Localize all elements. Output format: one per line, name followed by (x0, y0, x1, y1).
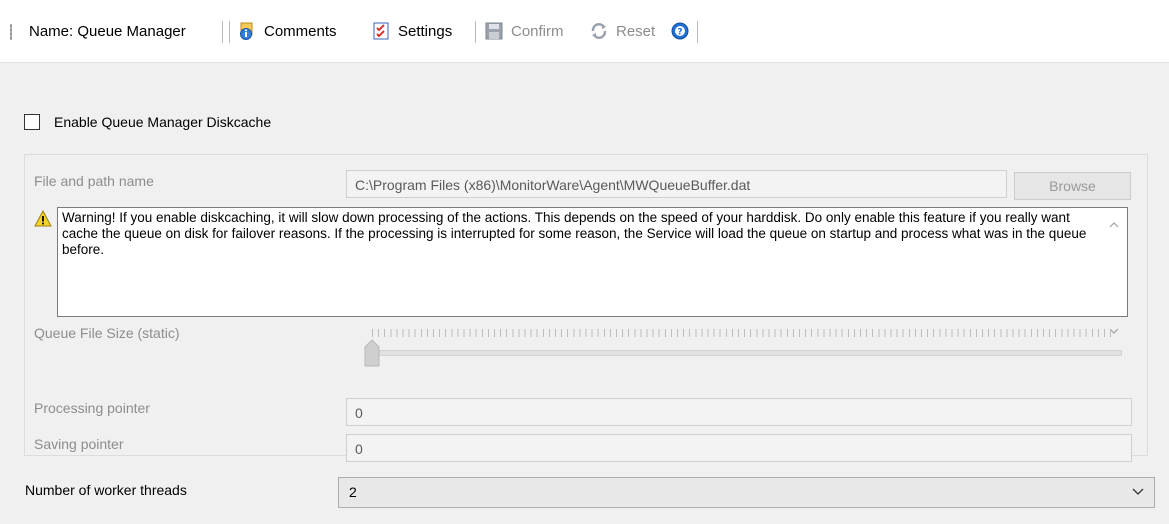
worker-threads-value: 2 (349, 484, 357, 500)
confirm-button: Confirm (511, 23, 564, 40)
toolbar-separator (697, 21, 698, 43)
enable-diskcache-label[interactable]: Enable Queue Manager Diskcache (54, 112, 271, 132)
toolbar-separator (475, 21, 476, 43)
chevron-down-icon[interactable] (1132, 488, 1144, 496)
processing-pointer-field: 0 (346, 398, 1132, 426)
file-path-field: C:\Program Files (x86)\MonitorWare\Agent… (346, 170, 1007, 198)
warning-text: Warning! If you enable diskcaching, it w… (62, 210, 1087, 257)
browse-button: Browse (1014, 172, 1131, 200)
reset-icon (591, 23, 607, 39)
svg-text:?: ? (677, 28, 682, 38)
queue-size-label: Queue File Size (static) (34, 325, 180, 341)
slider-ticks (372, 329, 1112, 337)
worker-threads-label: Number of worker threads (25, 482, 187, 498)
toolbar: Name: Queue Manager Comments Settings Co… (0, 0, 1169, 63)
worker-threads-select[interactable]: 2 (338, 477, 1155, 508)
comments-icon[interactable] (238, 22, 256, 40)
processing-pointer-label: Processing pointer (34, 400, 150, 416)
save-icon (485, 22, 503, 40)
settings-button[interactable]: Settings (398, 22, 452, 42)
toolbar-grip[interactable] (10, 24, 12, 40)
scroll-up-icon[interactable] (1109, 220, 1119, 230)
enable-diskcache-checkbox[interactable] (24, 114, 40, 130)
warning-textarea[interactable]: Warning! If you enable diskcaching, it w… (57, 207, 1128, 334)
file-path-label: File and path name (34, 173, 154, 189)
settings-icon[interactable] (372, 22, 390, 40)
help-icon[interactable]: ? (671, 22, 689, 40)
queue-size-slider-track (365, 350, 1122, 356)
comments-button[interactable]: Comments (264, 22, 337, 42)
module-name-label: Name: Queue Manager (29, 23, 186, 40)
toolbar-separator (222, 21, 223, 43)
reset-button: Reset (616, 23, 656, 40)
saving-pointer-label: Saving pointer (34, 436, 124, 452)
saving-pointer-field: 0 (346, 434, 1132, 462)
toolbar-separator (229, 21, 230, 43)
queue-size-slider-thumb (364, 339, 380, 367)
warning-icon (34, 210, 52, 227)
